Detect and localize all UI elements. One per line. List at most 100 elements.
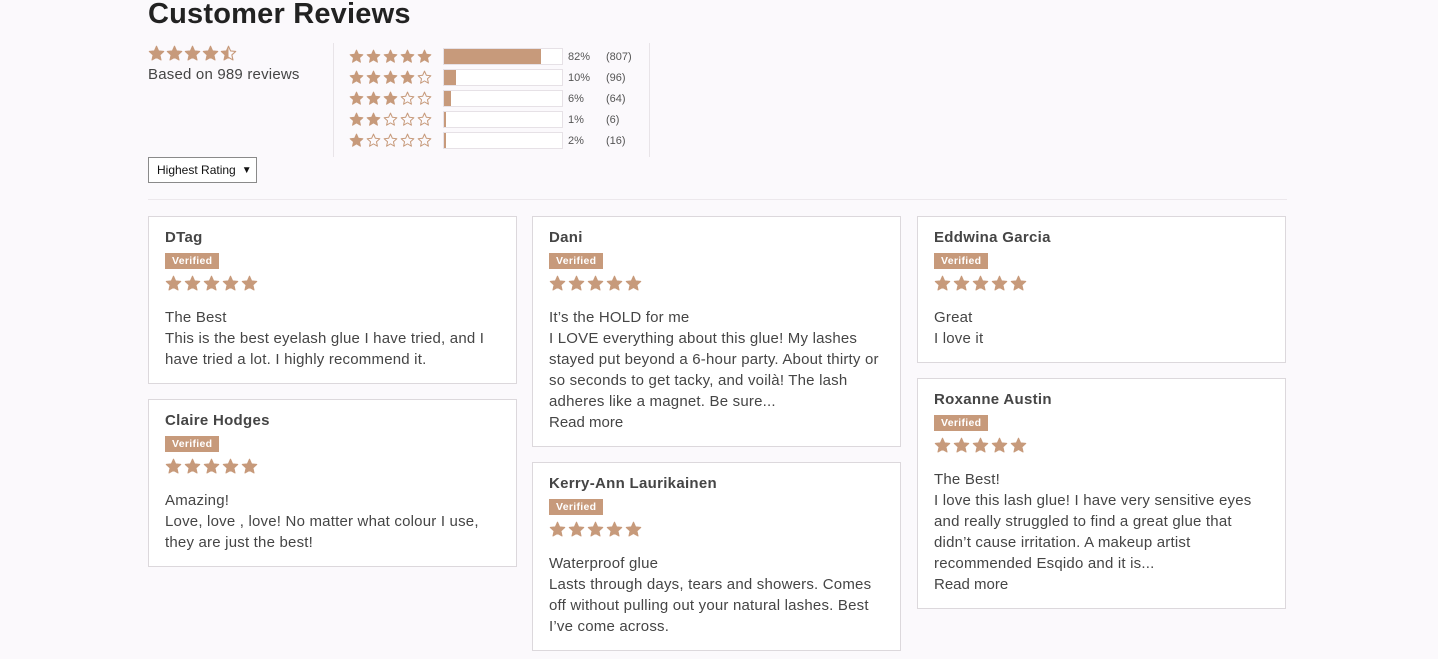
star-filled-icon [383, 91, 398, 105]
star-filled-icon [549, 521, 566, 537]
star-filled-icon [383, 70, 398, 84]
rating-histogram: 82% (807) 10% (96) 6% (64) 1% (6) 2% (16… [349, 46, 632, 151]
histogram-bar-fill [444, 70, 456, 85]
histogram-percent: 2% [568, 134, 584, 147]
star-filled-icon [166, 45, 183, 61]
star-filled-icon [222, 275, 239, 291]
star-filled-icon [349, 49, 364, 63]
verified-badge: Verified [934, 415, 989, 431]
histogram-bar-fill [444, 49, 541, 64]
review-stars [549, 275, 884, 293]
star-filled-icon [349, 91, 364, 105]
review-card: DTag Verified The Best This is the best … [148, 216, 517, 384]
histogram-row-3[interactable]: 6% (64) [349, 88, 632, 109]
star-empty-icon [383, 112, 398, 126]
star-empty-icon [383, 133, 398, 147]
verified-badge: Verified [549, 253, 604, 269]
review-title: Amazing! [165, 492, 230, 509]
verified-badge: Verified [934, 253, 989, 269]
histogram-count: (6) [606, 113, 620, 126]
star-filled-icon [953, 275, 970, 291]
review-body: I love this lash glue! I have very sensi… [934, 492, 1252, 572]
review-title: It’s the HOLD for me [549, 309, 690, 326]
star-empty-icon [400, 112, 415, 126]
star-filled-icon [366, 112, 381, 126]
histogram-stars [349, 49, 441, 64]
review-title: The Best [165, 309, 227, 326]
read-more-link[interactable]: Read more [934, 574, 1269, 595]
star-filled-icon [349, 70, 364, 84]
star-filled-icon [184, 45, 201, 61]
star-filled-icon [184, 275, 201, 291]
star-filled-icon [203, 275, 220, 291]
star-filled-icon [625, 275, 642, 291]
read-more-link[interactable]: Read more [549, 412, 884, 433]
histogram-count: (96) [606, 71, 626, 84]
star-filled-icon [1010, 275, 1027, 291]
verified-badge: Verified [165, 253, 220, 269]
star-filled-icon [203, 458, 220, 474]
histogram-row-4[interactable]: 10% (96) [349, 67, 632, 88]
section-divider [148, 199, 1287, 200]
star-filled-icon [934, 437, 951, 453]
star-filled-icon [549, 275, 566, 291]
star-filled-icon [991, 437, 1008, 453]
verified-badge: Verified [165, 436, 220, 452]
verified-badge: Verified [549, 499, 604, 515]
histogram-percent: 6% [568, 92, 584, 105]
star-empty-icon [400, 91, 415, 105]
histogram-row-2[interactable]: 1% (6) [349, 109, 632, 130]
reviewer-name: Eddwina Garcia [934, 229, 1051, 246]
star-filled-icon [222, 458, 239, 474]
star-filled-icon [934, 275, 951, 291]
star-filled-icon [400, 49, 415, 63]
review-card: Eddwina Garcia Verified Great I love it [917, 216, 1286, 363]
star-filled-icon [606, 521, 623, 537]
star-filled-icon [165, 458, 182, 474]
star-filled-icon [148, 45, 165, 61]
star-filled-icon [383, 49, 398, 63]
review-body: This is the best eyelash glue I have tri… [165, 330, 485, 368]
review-title: Great [934, 309, 973, 326]
star-filled-icon [568, 521, 585, 537]
review-body: I love it [934, 330, 984, 347]
star-empty-icon [417, 70, 432, 84]
star-filled-icon [184, 458, 201, 474]
star-filled-icon [606, 275, 623, 291]
histogram-bar [443, 132, 563, 149]
histogram-bar-fill [444, 112, 447, 127]
histogram-stars [349, 70, 441, 85]
star-filled-icon [568, 275, 585, 291]
star-filled-icon [202, 45, 219, 61]
histogram-divider [649, 43, 650, 157]
star-filled-icon [165, 275, 182, 291]
review-stars [934, 275, 1269, 293]
sort-select[interactable]: Highest Rating ▼ [148, 157, 257, 183]
histogram-bar-fill [444, 91, 452, 106]
review-title: The Best! [934, 471, 1000, 488]
star-filled-icon [972, 437, 989, 453]
reviewer-name: Claire Hodges [165, 412, 270, 429]
reviewer-name: Kerry-Ann Laurikainen [549, 475, 718, 492]
reviewer-name: Roxanne Austin [934, 391, 1052, 408]
reviewer-name: Dani [549, 229, 583, 246]
histogram-stars [349, 133, 441, 148]
star-filled-icon [1010, 437, 1027, 453]
histogram-bar [443, 111, 563, 128]
review-card: Kerry-Ann Laurikainen Verified Waterproo… [532, 462, 901, 651]
histogram-percent: 1% [568, 113, 584, 126]
histogram-row-5[interactable]: 82% (807) [349, 46, 632, 67]
chevron-down-icon: ▼ [241, 164, 252, 176]
star-filled-icon [587, 521, 604, 537]
average-rating: Based on 989 reviews [148, 45, 300, 83]
star-filled-icon [349, 112, 364, 126]
review-title: Waterproof glue [549, 555, 659, 572]
review-body: I LOVE everything about this glue! My la… [549, 330, 879, 410]
star-filled-icon [625, 521, 642, 537]
average-stars [148, 45, 300, 63]
star-empty-icon [417, 133, 432, 147]
reviewer-name: DTag [165, 229, 203, 246]
histogram-row-1[interactable]: 2% (16) [349, 130, 632, 151]
review-stars [165, 275, 500, 293]
star-half-icon [220, 45, 237, 61]
